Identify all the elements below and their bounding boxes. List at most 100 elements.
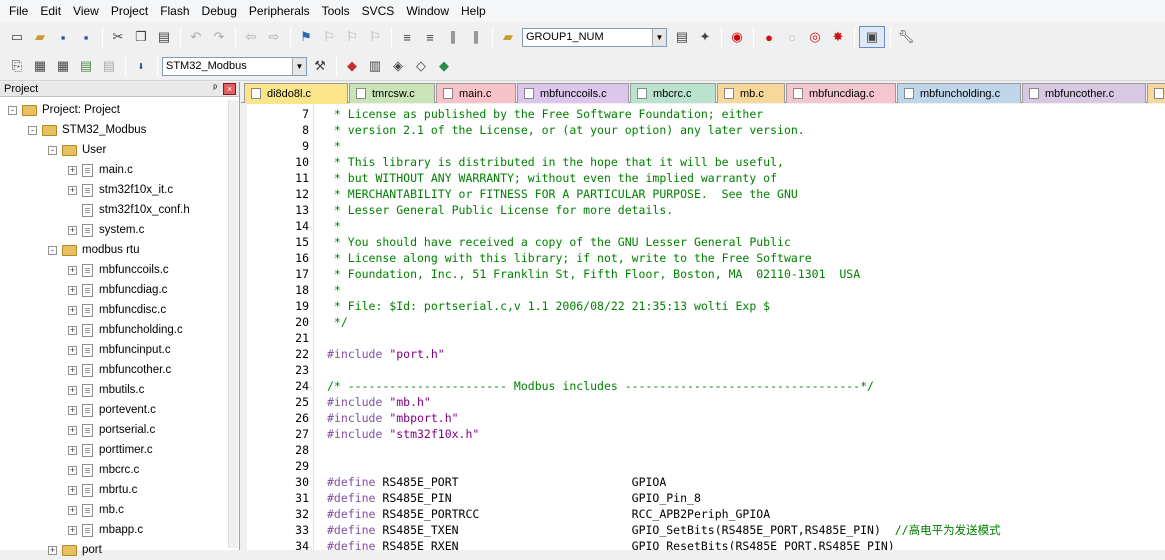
comment-icon[interactable]: ∥	[442, 26, 464, 48]
menu-svcs[interactable]: SVCS	[356, 0, 401, 22]
tree-target[interactable]: - STM32_Modbus	[28, 120, 146, 140]
save-all-icon[interactable]: ▪	[75, 26, 97, 48]
tab-tmrcsw-c[interactable]: tmrcsw.c	[349, 83, 435, 103]
expand-icon[interactable]: +	[68, 485, 77, 495]
undo-icon[interactable]: ↶	[185, 26, 207, 48]
run-time-env-icon[interactable]: ◆	[433, 55, 455, 77]
tab-mbfuncdiag-c[interactable]: mbfuncdiag.c	[786, 83, 896, 103]
indent-icon[interactable]: ≡	[396, 26, 418, 48]
save-icon[interactable]: ▪	[52, 26, 74, 48]
tree-root-project[interactable]: - Project: Project	[8, 100, 120, 120]
tab-mbfunccoils-c[interactable]: mbfunccoils.c	[517, 83, 629, 103]
breakpoint-icon[interactable]: ●	[758, 26, 780, 48]
breakpoint-disable-all-icon[interactable]: ◎	[804, 26, 826, 48]
collapse-icon[interactable]: -	[48, 245, 57, 255]
tree-file[interactable]: + portevent.c	[68, 400, 156, 420]
expand-icon[interactable]: +	[68, 425, 77, 435]
cut-icon[interactable]: ✂	[107, 26, 129, 48]
expand-icon[interactable]: +	[68, 345, 77, 355]
expand-icon[interactable]: +	[68, 385, 77, 395]
manage-books-icon[interactable]: ▥	[364, 55, 386, 77]
menu-peripherals[interactable]: Peripherals	[243, 0, 316, 22]
expand-icon[interactable]: +	[68, 305, 77, 315]
chevron-down-icon[interactable]: ▼	[292, 57, 306, 75]
tree-scrollbar[interactable]	[228, 100, 238, 548]
tree-file[interactable]: + porttimer.c	[68, 440, 153, 460]
expand-icon[interactable]: +	[68, 325, 77, 335]
find-in-files-icon[interactable]: ▰	[497, 26, 519, 48]
collapse-icon[interactable]: -	[48, 145, 57, 155]
nav-back-icon[interactable]: ⇦	[240, 26, 262, 48]
collapse-icon[interactable]: -	[28, 125, 37, 135]
incremental-find-icon[interactable]: ✦	[694, 26, 716, 48]
collapse-icon[interactable]: -	[8, 105, 17, 115]
stop-build-icon[interactable]: ▤	[98, 55, 120, 77]
target-options-icon[interactable]: ⚒	[309, 55, 331, 77]
tree-file[interactable]: + mbfuncholding.c	[68, 320, 183, 340]
expand-icon[interactable]: +	[68, 445, 77, 455]
tab-di8do8l-c[interactable]: di8do8l.c	[244, 83, 348, 104]
open-folder-icon[interactable]: ▰	[29, 26, 51, 48]
new-file-icon[interactable]: ▭	[6, 26, 28, 48]
build-icon[interactable]: ▦	[29, 55, 51, 77]
debug-session-icon[interactable]: ◉	[726, 26, 748, 48]
code-editor[interactable]: 7 * License as published by the Free Sof…	[247, 104, 1165, 550]
menu-window[interactable]: Window	[400, 0, 455, 22]
pin-icon[interactable]: ᵖ	[213, 83, 217, 94]
expand-icon[interactable]: +	[48, 545, 57, 555]
tree-file[interactable]: + mb.c	[68, 500, 124, 520]
breakpoint-disable-icon[interactable]: ○	[781, 26, 803, 48]
translate-icon[interactable]: ⎘	[6, 55, 28, 77]
tree-file[interactable]: + mbfuncdisc.c	[68, 300, 166, 320]
tree-group-user[interactable]: - User	[48, 140, 106, 160]
expand-icon[interactable]: +	[68, 285, 77, 295]
tab-main-c[interactable]: main.c	[436, 83, 516, 103]
expand-icon[interactable]: +	[68, 225, 77, 235]
tab-mb-c[interactable]: mb.c	[717, 83, 785, 103]
batch-build-icon[interactable]: ▤	[75, 55, 97, 77]
expand-icon[interactable]: +	[68, 265, 77, 275]
tab-mbfuncother-c[interactable]: mbfuncother.c	[1022, 83, 1146, 103]
find-combo[interactable]: GROUP1_NUM ▼	[522, 27, 667, 47]
unindent-icon[interactable]: ≡	[419, 26, 441, 48]
select-packs-icon[interactable]: ◇	[410, 55, 432, 77]
breakpoint-kill-all-icon[interactable]: ✸	[827, 26, 849, 48]
tab-mbcrc-c[interactable]: mbcrc.c	[630, 83, 716, 103]
close-icon[interactable]: ×	[223, 83, 236, 95]
tree-file[interactable]: + mbrtu.c	[68, 480, 137, 500]
tree-file[interactable]: stm32f10x_conf.h	[82, 200, 190, 220]
paste-icon[interactable]: ▤	[153, 26, 175, 48]
expand-icon[interactable]: +	[68, 365, 77, 375]
menu-help[interactable]: Help	[455, 0, 492, 22]
load-icon[interactable]: ⬇	[130, 55, 152, 77]
tree-file[interactable]: + system.c	[68, 220, 144, 240]
nav-forward-icon[interactable]: ⇨	[263, 26, 285, 48]
pack-installer-icon[interactable]: ◈	[387, 55, 409, 77]
bookmark-next-icon[interactable]: ⚐	[341, 26, 363, 48]
tree-file[interactable]: + mbfunccoils.c	[68, 260, 169, 280]
expand-icon[interactable]: +	[68, 165, 77, 175]
menu-project[interactable]: Project	[105, 0, 154, 22]
window-layout-icon[interactable]: ▣	[859, 26, 885, 48]
manage-components-icon[interactable]: ◆	[341, 55, 363, 77]
expand-icon[interactable]: +	[68, 405, 77, 415]
tree-group-port[interactable]: + port	[48, 540, 102, 560]
rebuild-icon[interactable]: ▦	[52, 55, 74, 77]
tree-file[interactable]: + main.c	[68, 160, 133, 180]
bookmark-clear-icon[interactable]: ⚐	[364, 26, 386, 48]
uncomment-icon[interactable]: ∥	[465, 26, 487, 48]
tab-mbfuncholding-c[interactable]: mbfuncholding.c	[897, 83, 1021, 103]
tree-file[interactable]: + mbfuncinput.c	[68, 340, 171, 360]
tree-file[interactable]: + mbapp.c	[68, 520, 143, 540]
tree-group-modbus[interactable]: - modbus rtu	[48, 240, 140, 260]
menu-debug[interactable]: Debug	[196, 0, 243, 22]
configure-icon[interactable]: 🔧︎	[895, 26, 917, 48]
chevron-down-icon[interactable]: ▼	[652, 28, 666, 46]
tree-file[interactable]: + portserial.c	[68, 420, 155, 440]
expand-icon[interactable]: +	[68, 185, 77, 195]
tree-file[interactable]: + stm32f10x_it.c	[68, 180, 173, 200]
menu-file[interactable]: File	[3, 0, 34, 22]
tree-file[interactable]: + mbfuncdiag.c	[68, 280, 167, 300]
find-icon[interactable]: ▤	[671, 26, 693, 48]
expand-icon[interactable]: +	[68, 525, 77, 535]
